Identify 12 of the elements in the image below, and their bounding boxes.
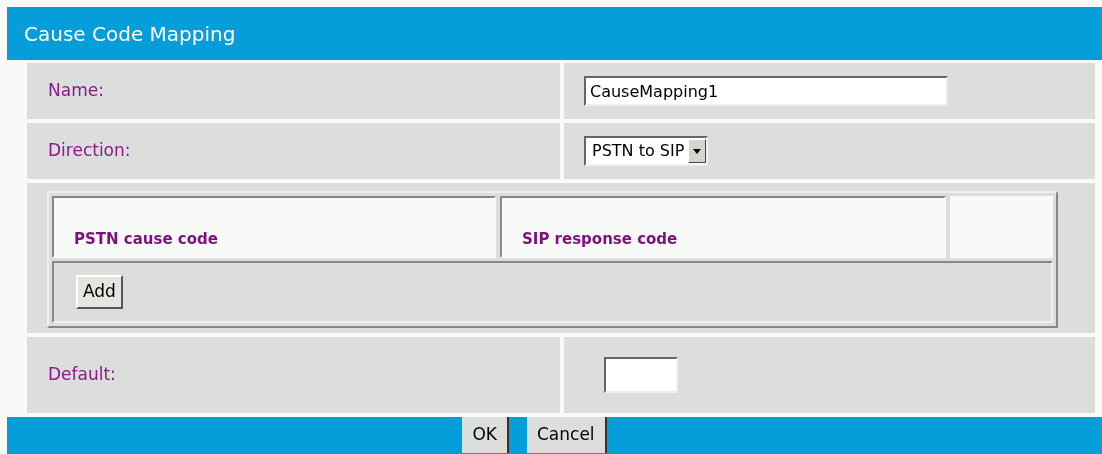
- field-label: Direction:: [48, 139, 131, 163]
- ok-button[interactable]: OK: [462, 417, 509, 453]
- name-field[interactable]: CauseMapping1: [584, 76, 948, 106]
- direction-dropdown[interactable]: PSTN to SIP: [584, 136, 709, 166]
- cancel-button[interactable]: Cancel: [526, 417, 607, 453]
- default-field[interactable]: [604, 357, 678, 393]
- window-title: Cause Code Mapping: [24, 20, 236, 48]
- add-button[interactable]: Add: [76, 275, 123, 309]
- column-header: SIP response code: [500, 196, 946, 258]
- field-label: Name:: [48, 79, 104, 103]
- column-header: PSTN cause code: [52, 196, 496, 258]
- field-label: Default:: [48, 363, 116, 387]
